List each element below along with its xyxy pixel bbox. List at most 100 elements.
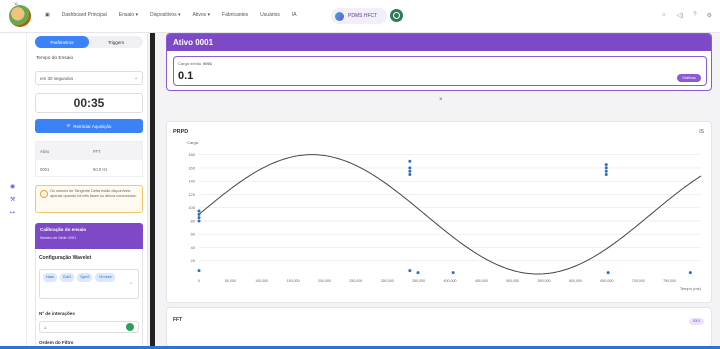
calibration-header[interactable]: Calibração do ensaio Número de Série: 00… xyxy=(35,223,143,249)
data-point xyxy=(197,209,201,213)
tab-parameters[interactable]: Parâmetros xyxy=(35,36,89,48)
wavelet-chip[interactable]: Coif1 xyxy=(59,273,75,282)
panel-tabs: Parâmetros Triggers xyxy=(35,36,143,48)
table-cell: 50.0 Hz xyxy=(93,166,108,172)
mean-charge-value: 0.1 xyxy=(178,70,194,82)
x-tick-label: 0 xyxy=(198,279,200,283)
data-point xyxy=(197,269,201,273)
data-point xyxy=(688,271,692,275)
topbar-actions: ☼ ◁) ? ⚙ xyxy=(661,12,712,19)
tangent-delta-warning: Os valores de Tangente Delta estão dispo… xyxy=(35,185,143,213)
data-point xyxy=(604,169,608,173)
nav-item[interactable]: IA xyxy=(292,12,297,18)
test-timer: 00:35 xyxy=(35,93,143,113)
nav-item[interactable]: Ensaio ▾ xyxy=(119,12,138,18)
y-tick-label: 140 xyxy=(188,179,195,184)
y-tick-label: 180 xyxy=(188,152,195,157)
x-tick-label: 500,000 xyxy=(506,279,519,283)
y-tick-label: 120 xyxy=(188,192,195,197)
asset-card: Ativo 0001 Carga média 0001 0.1 Gráficos xyxy=(166,33,712,91)
graphs-button[interactable]: Gráficos xyxy=(677,74,701,82)
y-tick-label: 80 xyxy=(191,218,196,223)
x-tick-label: 700,000 xyxy=(632,279,645,283)
iterations-input[interactable]: 1 xyxy=(39,321,139,333)
main-nav: ▣ Dashboard Principal Ensaio ▾ Dispositi… xyxy=(45,12,297,18)
data-point xyxy=(408,173,412,177)
test-time-label: Tempo do Ensaio xyxy=(36,56,74,61)
check-icon xyxy=(126,323,134,331)
x-tick-label: 150,000 xyxy=(287,279,300,283)
chevron-down-icon: ⌄ xyxy=(128,280,133,286)
wavelet-config: Configuração Wavelet Haar Coif1 Sym2 +8 … xyxy=(35,249,143,349)
logo-number: 11 xyxy=(14,1,19,6)
wavelet-chip[interactable]: +8 more xyxy=(95,273,115,282)
wavelet-chip[interactable]: Haar xyxy=(43,273,57,282)
chevron-down-icon: ⌄ xyxy=(134,75,138,80)
x-tick-label: 750,000 xyxy=(663,279,676,283)
nav-grid-icon[interactable]: ▣ xyxy=(45,12,50,18)
y-tick-label: 100 xyxy=(188,205,195,210)
y-axis-label: ⁻Carga xyxy=(185,140,199,145)
wavelet-chip[interactable]: Sym2 xyxy=(77,273,93,282)
data-point xyxy=(197,212,201,216)
device-pill[interactable]: PDMS HFCT xyxy=(331,8,387,24)
tools-icon[interactable]: ⚒ xyxy=(10,196,15,203)
filter-order-label: Ordem do Filtro xyxy=(39,340,74,345)
tab-triggers[interactable]: Triggers xyxy=(89,36,143,48)
help-icon[interactable]: ? xyxy=(693,12,696,19)
x-tick-label: 650,000 xyxy=(600,279,613,283)
close-icon[interactable]: × xyxy=(439,97,443,103)
nav-item[interactable]: Usuários xyxy=(260,12,280,18)
data-point xyxy=(604,163,608,167)
side-rail: ◉ ⚒ ↦ xyxy=(0,33,27,349)
settings-icon[interactable]: ⚙ xyxy=(707,12,712,19)
prpd-chart: 20 40 60 80 100 120 140 160 180 0 50,000 100,000 150… xyxy=(185,140,702,291)
x-tick-label: 200,000 xyxy=(318,279,331,283)
connection-button[interactable] xyxy=(390,9,403,22)
table-cell: 0001 xyxy=(40,166,50,172)
mean-charge-box: Carga média 0001 0.1 Gráficos xyxy=(173,56,707,86)
fft-title: FFT xyxy=(173,317,183,323)
test-time-value: em 30 segundos xyxy=(40,75,74,81)
column-header: Ativo xyxy=(40,148,50,154)
asset-title: Ativo 0001 xyxy=(167,34,711,51)
iterations-value: 1 xyxy=(44,324,47,330)
reference-sine-line xyxy=(198,154,702,275)
data-point xyxy=(197,216,201,220)
mean-charge-label: Carga média 0001 xyxy=(178,61,213,66)
data-point xyxy=(408,159,412,163)
table-header: Ativo FFT xyxy=(36,142,142,160)
wavelet-multiselect[interactable]: Haar Coif1 Sym2 +8 more ⌄ xyxy=(39,269,139,299)
table-row[interactable]: 0001 50.0 Hz xyxy=(36,160,142,178)
data-point xyxy=(408,269,412,273)
panel-scrollbar[interactable] xyxy=(150,33,155,346)
logout-icon[interactable]: ↦ xyxy=(10,209,15,216)
iterations-label: Nº de interações xyxy=(39,311,75,316)
column-header: FFT xyxy=(93,148,101,154)
nav-item[interactable]: Dispositivos ▾ xyxy=(150,12,181,18)
y-tick-label: 160 xyxy=(188,165,195,170)
parameters-panel: Parâmetros Triggers Tempo do Ensaio em 3… xyxy=(27,33,148,349)
asset-table: Ativo FFT 0001 50.0 Hz xyxy=(35,141,143,177)
y-tick-label: 40 xyxy=(191,245,196,250)
nav-item[interactable]: Fabricantes xyxy=(222,12,248,18)
test-time-select[interactable]: em 30 segundos ⌄ xyxy=(35,71,143,85)
data-point xyxy=(604,166,608,170)
restart-acquisition-button[interactable]: ⟳ Reiniciar Aquisição xyxy=(35,119,143,133)
data-point xyxy=(408,169,412,173)
nav-item[interactable]: Ativos ▾ xyxy=(193,12,211,18)
dashboard-icon[interactable]: ◉ xyxy=(10,183,15,190)
calibration-serial: Número de Série: 0001 xyxy=(40,236,77,240)
theme-icon[interactable]: ☼ xyxy=(661,12,667,19)
sound-icon[interactable]: ◁) xyxy=(677,12,684,19)
data-point xyxy=(416,271,420,275)
x-tick-label: 600,000 xyxy=(569,279,582,283)
nav-item[interactable]: Dashboard Principal xyxy=(62,12,107,18)
data-point xyxy=(408,166,412,170)
app-logo[interactable] xyxy=(9,5,31,27)
device-pill-label: PDMS HFCT xyxy=(348,13,378,19)
restart-label: Reiniciar Aquisição xyxy=(73,123,112,129)
x-tick-label: 450,000 xyxy=(475,279,488,283)
x-tick-label: 100,000 xyxy=(255,279,268,283)
x-tick-label: 400,000 xyxy=(444,279,457,283)
